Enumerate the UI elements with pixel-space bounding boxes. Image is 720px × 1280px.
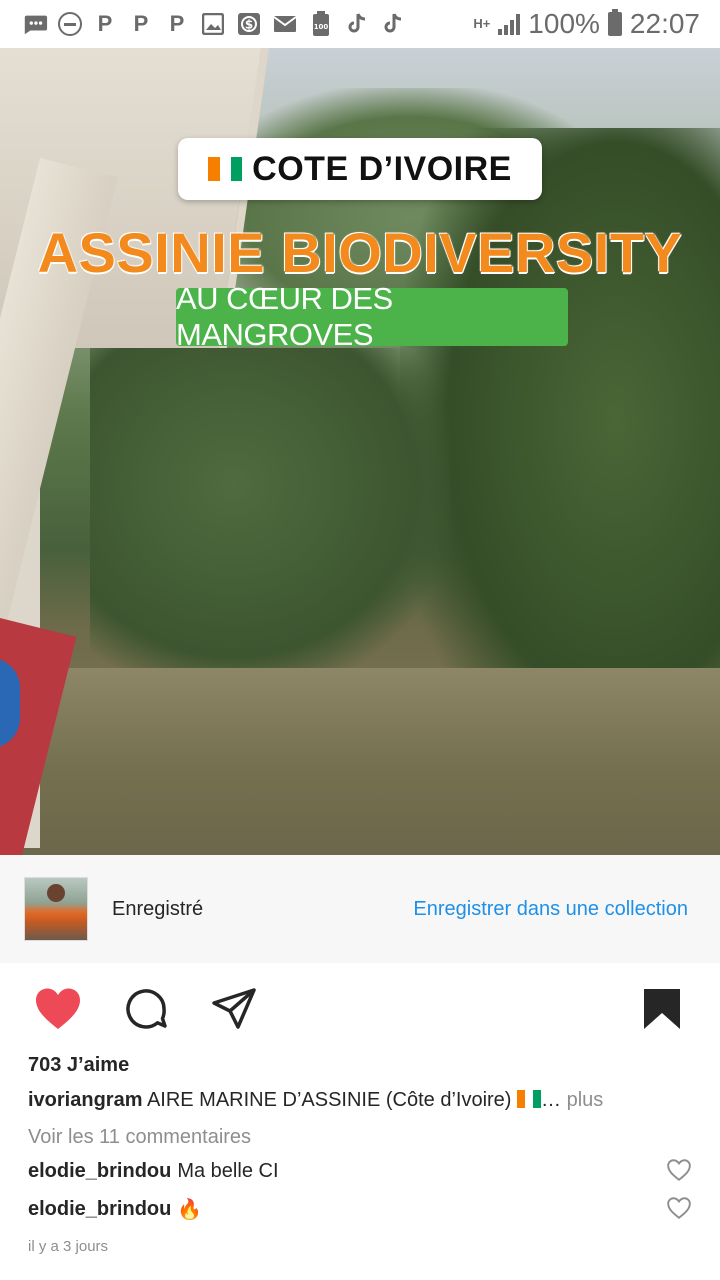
comment-row: elodie_brindou 🔥 [28,1196,692,1222]
comment-username[interactable]: elodie_brindou [28,1160,171,1183]
clock: 22:07 [629,8,700,39]
river-water [40,668,720,855]
saved-bar: Enregistré Enregistrer dans une collecti… [0,855,720,963]
share-icon[interactable] [210,985,258,1033]
dnd-icon [58,12,82,36]
p-icon: P [169,11,185,36]
system-status: H+ 100% 22:07 [473,8,700,40]
tiktok-icon [344,11,370,37]
comment-text: 🔥 [177,1198,203,1221]
comment-like-heart-icon[interactable] [666,1158,692,1184]
post-actions [0,978,720,1040]
battery-icon [607,9,622,36]
bookmark-icon[interactable] [638,985,686,1033]
caption-more-link[interactable]: plus [561,1089,604,1111]
post-image[interactable]: COTE D’IVOIRE ASSINIE BIODIVERSITY AU CŒ… [0,48,720,855]
comment-row: elodie_brindou Ma belle CI [28,1158,692,1184]
comment-text: Ma belle CI [177,1159,279,1182]
message-icon [22,11,48,37]
saved-label: Enregistré [112,897,204,920]
post-caption: ivoriangram AIRE MARINE D’ASSINIE (Côte … [28,1089,698,1112]
post-subtitle: AU CŒUR DES MANGROVES [176,281,568,352]
save-to-collection-link[interactable]: Enregistrer dans une collection [413,898,688,921]
caption-username[interactable]: ivoriangram [28,1089,142,1111]
post-headline: ASSINIE BIODIVERSITY [37,221,683,284]
caption-flag-icon [517,1090,542,1108]
heart-icon[interactable] [34,985,82,1033]
caption-text: AIRE MARINE D’ASSINIE (Côte d’Ivoire) [142,1089,518,1111]
cote-divoire-flag-icon [208,157,243,181]
post-timestamp: il y a 3 jours [28,1238,109,1255]
signal-icon [498,13,521,35]
comment-icon[interactable] [122,985,170,1033]
tiktok-icon [380,11,406,37]
gallery-icon [200,11,226,37]
p-icon: P [133,11,149,36]
p-icon: P [97,11,113,36]
caption-ellipsis: … [541,1089,562,1111]
likes-count[interactable]: 703 J’aime [28,1054,129,1077]
svg-text:$: $ [245,18,253,32]
saved-thumbnail[interactable] [24,877,88,941]
mangrove-trees-left [90,348,450,688]
svg-text:100: 100 [314,23,329,31]
comment-like-heart-icon[interactable] [666,1196,692,1222]
battery-100-icon: 100 [308,11,334,37]
comment-username[interactable]: elodie_brindou [28,1198,171,1221]
status-bar: P P P $ 100 H+ 100% 22:07 [0,0,720,48]
country-label: COTE D’IVOIRE [178,138,542,200]
mail-icon [272,11,298,37]
notification-icons: P P P $ 100 [22,11,406,37]
network-type-icon: H+ [473,16,491,31]
battery-percent: 100% [528,8,600,39]
dollar-icon: $ [236,11,262,37]
view-all-comments-link[interactable]: Voir les 11 commentaires [28,1126,251,1149]
country-label-text: COTE D’IVOIRE [252,149,512,188]
